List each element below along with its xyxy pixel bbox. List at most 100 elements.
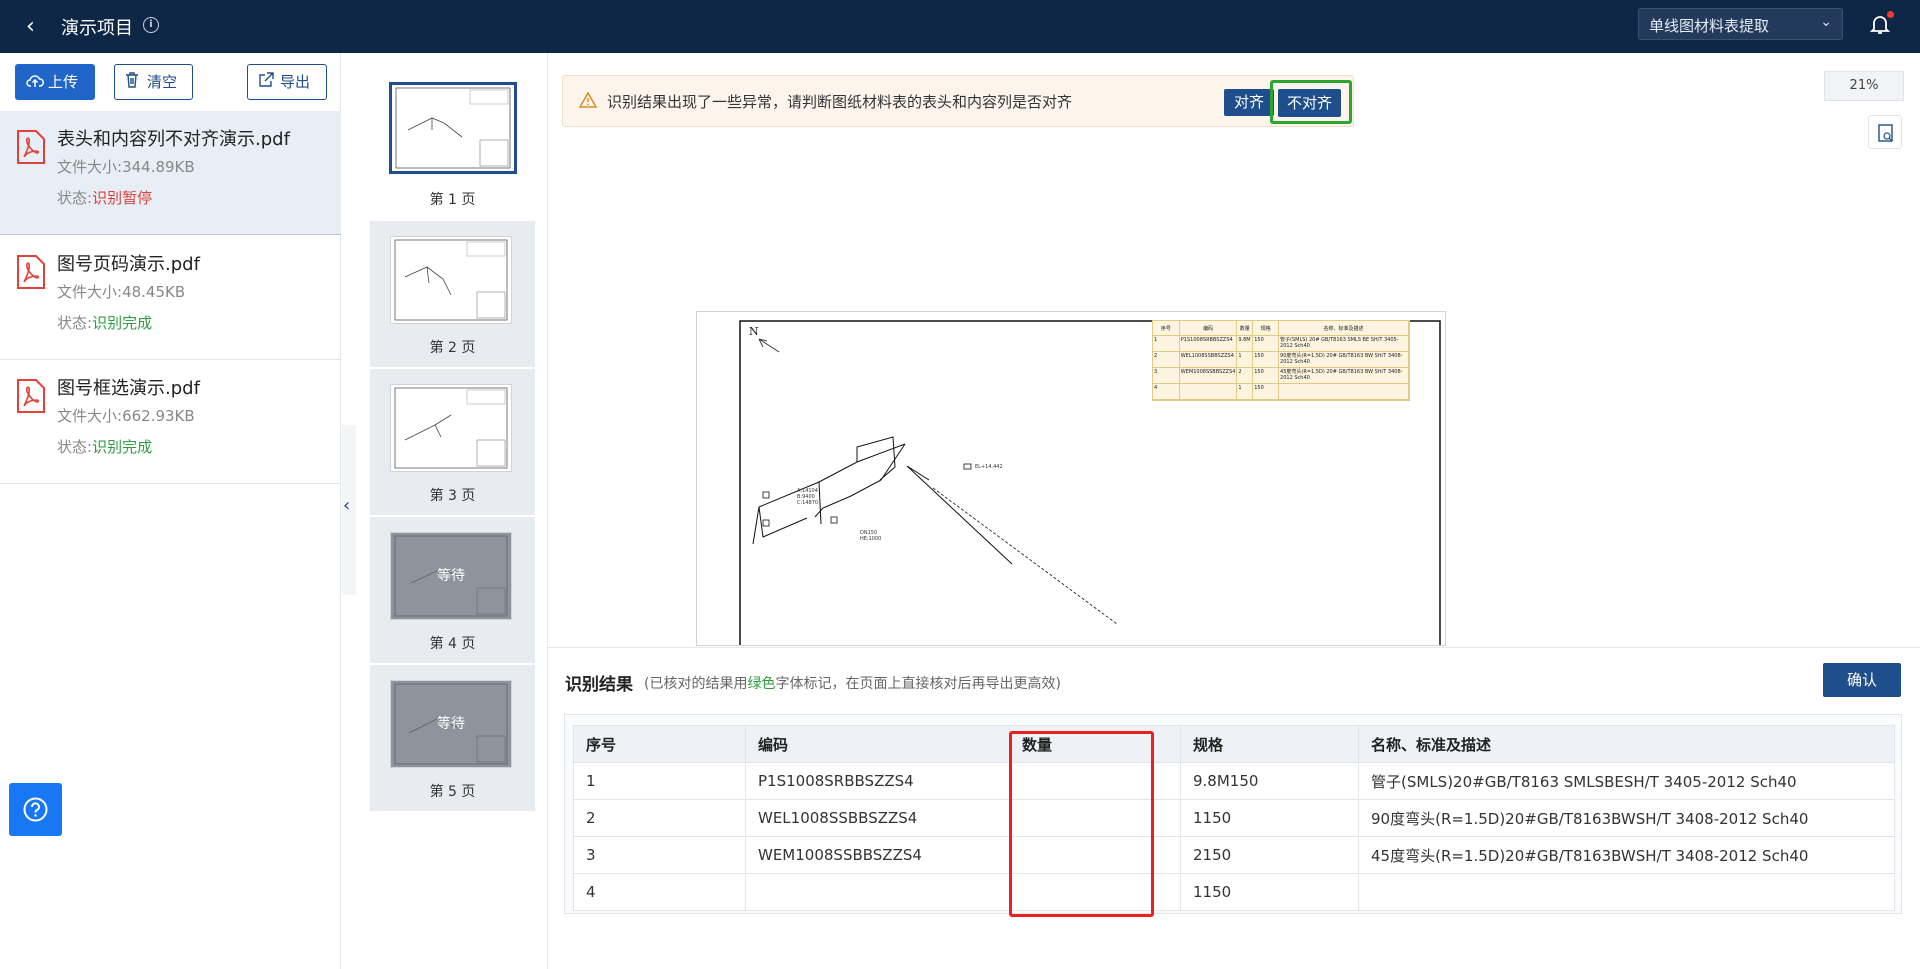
results-note-prefix: (已核对的结果用: [644, 676, 748, 692]
cell-index[interactable]: 4: [573, 873, 746, 911]
file-item[interactable]: 图号框选演示.pdf 文件大小:662.93KB 状态:识别完成: [0, 360, 341, 484]
page-thumb-5[interactable]: 等待 第 5 页: [370, 665, 535, 811]
pdf-icon: [16, 254, 46, 290]
cell-description[interactable]: 管子(SMLS)20#GB/T8163 SMLSBESH/T 3405-2012…: [1358, 762, 1895, 800]
drawing-table-cell: 9.8M: [1237, 336, 1254, 351]
svg-text:N: N: [749, 325, 759, 338]
document-search-icon: [1878, 124, 1893, 142]
cell-quantity[interactable]: [1009, 836, 1181, 874]
cell-code[interactable]: [745, 873, 1010, 911]
page-thumb-image: 等待: [390, 680, 512, 768]
table-row[interactable]: 4 1150: [573, 873, 1895, 911]
file-name: 图号框选演示.pdf: [57, 378, 200, 399]
warning-icon: [578, 91, 598, 112]
cell-spec[interactable]: 1150: [1180, 873, 1359, 911]
collapse-panel-handle[interactable]: ‹: [342, 425, 356, 595]
drawing-table-row: 1 P1S1008SRBBSZZS4 9.8M 150 管子(SMLS) 20# GB/…: [1153, 336, 1409, 352]
drawing-table-cell: WEM1008SSBBSZZS4: [1180, 368, 1238, 383]
mode-select[interactable]: 单线图材料表提取 ⌄: [1638, 8, 1843, 40]
upload-button[interactable]: 上传: [15, 64, 95, 100]
cell-spec[interactable]: 2150: [1180, 836, 1359, 874]
file-size: 文件大小:48.45KB: [57, 281, 185, 302]
table-row[interactable]: 3 WEM1008SSBBSZZS4 2150 45度弯头(R=1.5D)20#GB/…: [573, 836, 1895, 874]
file-size-label: 文件大小:: [57, 283, 123, 301]
drawing-table-cell: 3: [1153, 368, 1180, 383]
file-status-label: 状态:: [57, 438, 93, 456]
file-status: 状态:识别完成: [57, 312, 152, 333]
file-item[interactable]: 表头和内容列不对齐演示.pdf 文件大小:344.89KB 状态:识别暂停: [0, 111, 341, 235]
cell-description[interactable]: 90度弯头(R=1.5D)20#GB/T8163BWSH/T 3408-2012…: [1358, 799, 1895, 837]
page-thumb-image: [389, 82, 517, 174]
cell-description[interactable]: 45度弯头(R=1.5D)20#GB/T8163BWSH/T 3408-2012…: [1358, 836, 1895, 874]
drawing-table-header-cell: 序号: [1153, 321, 1180, 335]
cell-quantity[interactable]: [1009, 873, 1181, 911]
drawing-material-table: 序号 编码 数量 规格 名称、标准及描述 1 P1S1008SRBBSZZS4 9.8M 15…: [1152, 320, 1410, 401]
back-icon[interactable]: ‹: [26, 14, 35, 39]
cell-index[interactable]: 3: [573, 836, 746, 874]
export-label: 导出: [280, 73, 311, 91]
file-status: 状态:识别暂停: [57, 187, 152, 208]
cell-index[interactable]: 2: [573, 799, 746, 837]
file-size: 文件大小:662.93KB: [57, 405, 195, 426]
clear-label: 清空: [147, 73, 178, 91]
svg-text:C:14870: C:14870: [797, 500, 818, 506]
cell-quantity[interactable]: [1009, 762, 1181, 800]
info-icon[interactable]: i: [143, 17, 159, 33]
page-thumb-4[interactable]: 等待 第 4 页: [370, 517, 535, 663]
page-thumb-2[interactable]: 第 2 页: [370, 221, 535, 367]
file-status-label: 状态:: [57, 314, 93, 332]
svg-text:HE:1000: HE:1000: [860, 536, 881, 542]
cell-index[interactable]: 1: [573, 762, 746, 800]
file-status-value: 识别完成: [92, 314, 153, 332]
cell-code[interactable]: WEL1008SSBBSZZS4: [745, 799, 1010, 837]
drawing-table-cell: 2: [1237, 368, 1254, 383]
clear-button[interactable]: 清空: [114, 64, 193, 100]
align-button[interactable]: 对齐: [1224, 89, 1275, 116]
page-thumb-3[interactable]: 第 3 页: [370, 369, 535, 515]
top-bar: ‹ 演示项目 i 单线图材料表提取 ⌄: [0, 0, 1920, 53]
drawing-table-row: 3 WEM1008SSBBSZZS4 2 150 45度弯头(R=1.5D) 20# G…: [1153, 368, 1409, 384]
pdf-icon: [16, 378, 46, 414]
drawing-table-cell: [1279, 384, 1409, 399]
cell-spec[interactable]: 9.8M150: [1180, 762, 1359, 800]
not-align-button[interactable]: 不对齐: [1278, 89, 1342, 117]
results-note: (已核对的结果用绿色字体标记，在页面上直接核对后再导出更高效): [644, 673, 1061, 693]
table-row[interactable]: 1 P1S1008SRBBSZZS4 9.8M150 管子(SMLS)20#GB/T8…: [573, 762, 1895, 800]
table-row[interactable]: 2 WEL1008SSBBSZZS4 1150 90度弯头(R=1.5D)20#GB/…: [573, 799, 1895, 837]
not-align-highlight: 不对齐: [1270, 80, 1352, 124]
cell-quantity[interactable]: [1009, 799, 1181, 837]
results-table: 序号 编码 数量 规格 名称、标准及描述 1 P1S1008SRBBSZZS4 9.…: [573, 725, 1895, 911]
drawing-table-cell: 1: [1237, 352, 1254, 367]
page-label: 第 3 页: [429, 488, 476, 504]
confirm-button[interactable]: 确认: [1823, 663, 1901, 697]
file-status-label: 状态:: [57, 189, 93, 207]
file-size-value: 48.45KB: [122, 283, 186, 301]
column-header-quantity: 数量: [1009, 725, 1181, 763]
drawing-table-cell: [1180, 384, 1238, 399]
drawing-table-cell: 4: [1153, 384, 1180, 399]
page-thumb-1[interactable]: 第 1 页: [370, 73, 535, 219]
upload-icon: [26, 66, 44, 100]
page-thumb-image: [390, 236, 512, 324]
alert-message: 识别结果出现了一些异常，请判断图纸材料表的表头和内容列是否对齐: [607, 93, 1073, 111]
zoom-level[interactable]: 21%: [1824, 71, 1904, 101]
page-thumbnails: 第 1 页 第 2 页 第 3 页 等待 第 4 页 等待 第 5 页: [358, 53, 548, 969]
file-item[interactable]: 图号页码演示.pdf 文件大小:48.45KB 状态:识别完成: [0, 236, 341, 360]
results-panel: 识别结果 (已核对的结果用绿色字体标记，在页面上直接核对后再导出更高效) 确认 …: [548, 647, 1920, 969]
notification-bell-icon[interactable]: [1868, 11, 1894, 36]
export-button[interactable]: 导出: [247, 64, 327, 100]
cell-code[interactable]: P1S1008SRBBSZZS4: [745, 762, 1010, 800]
mode-select-value: 单线图材料表提取: [1649, 17, 1770, 35]
cell-description[interactable]: [1358, 873, 1895, 911]
drawing-table-row: 4 1 150: [1153, 384, 1409, 400]
view-toggle-button[interactable]: [1868, 115, 1902, 149]
page-thumb-image: [390, 384, 512, 472]
cell-spec[interactable]: 1150: [1180, 799, 1359, 837]
page-label: 第 1 页: [429, 192, 476, 208]
drawing-table-cell: 90度弯头(R=1.5D) 20# GB/T8163 BW SH/T 3408-…: [1279, 352, 1409, 367]
file-status-value: 识别完成: [92, 438, 153, 456]
cell-code[interactable]: WEM1008SSBBSZZS4: [745, 836, 1010, 874]
help-button[interactable]: [9, 783, 62, 836]
results-table-wrapper: 序号 编码 数量 规格 名称、标准及描述 1 P1S1008SRBBSZZS4 9.…: [564, 714, 1902, 914]
waiting-overlay: 等待: [437, 568, 465, 584]
